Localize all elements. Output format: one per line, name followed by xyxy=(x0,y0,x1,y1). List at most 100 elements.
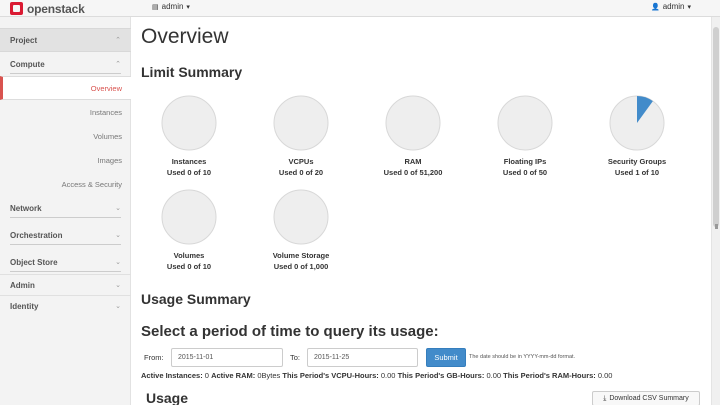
limit-chart-instances: Instances Used 0 of 10 xyxy=(149,95,229,185)
limit-name: Volumes xyxy=(173,251,205,260)
user-icon: 👤 xyxy=(650,3,660,11)
pie-chart xyxy=(161,95,217,151)
usage-stats: Active Instances: 0 Active RAM: 0Bytes T… xyxy=(141,371,612,380)
pie-chart xyxy=(497,95,553,151)
pie-slice-available xyxy=(385,95,441,151)
download-csv-label: Download CSV Summary xyxy=(609,395,689,402)
logo-text: openstack xyxy=(27,1,85,16)
pie-slice-available xyxy=(273,189,329,245)
main-content: Overview Limit Summary Instances Used 0 o… xyxy=(131,17,711,405)
active-instances-label: Active Instances: xyxy=(141,371,203,380)
sidebar-section-admin[interactable]: Admin ⌄ xyxy=(0,275,131,295)
active-ram-value: 0Bytes xyxy=(257,371,281,380)
date-range-form: From: To: Submit The date should be in Y… xyxy=(141,347,701,367)
vcpu-hours-value: 0.00 xyxy=(380,371,396,380)
page-title: Overview xyxy=(141,25,229,48)
chevron-down-icon: ▾ xyxy=(186,3,190,11)
scrollbar-grip xyxy=(715,224,718,229)
limit-name: Floating IPs xyxy=(503,157,547,166)
from-label: From: xyxy=(144,353,164,362)
pie-slice-available xyxy=(273,95,329,151)
sidebar-item-label: Images xyxy=(97,155,122,165)
to-date-input[interactable] xyxy=(307,348,418,367)
sidebar-item-label: Instances xyxy=(89,107,122,117)
limit-chart-vcpus: VCPUs Used 0 of 20 xyxy=(261,95,341,185)
sidebar: Project ⌃ Compute ⌃ Overview Instances V… xyxy=(0,28,131,405)
download-csv-button[interactable]: ⤓ Download CSV Summary xyxy=(592,391,700,405)
limit-used-text: Used 0 of 1,000 xyxy=(273,262,329,271)
project-box-icon: ▤ xyxy=(152,3,159,11)
date-format-hint: The date should be in YYYY-mm-dd format. xyxy=(469,354,576,360)
limit-used-text: Used 1 of 10 xyxy=(614,168,660,177)
sidebar-item-access-security[interactable]: Access & Security xyxy=(0,172,131,196)
pie-chart xyxy=(273,95,329,151)
sidebar-section-network[interactable]: Network ⌄ xyxy=(0,196,131,220)
limit-chart-ram: RAM Used 0 of 51,200 xyxy=(373,95,453,185)
sidebar-item-overview[interactable]: Overview xyxy=(0,76,131,100)
limit-used-text: Used 0 of 10 xyxy=(166,262,212,271)
usage-summary-heading: Usage Summary xyxy=(141,291,251,307)
openstack-logo[interactable]: openstack xyxy=(10,1,85,16)
chevron-down-icon: ⌄ xyxy=(115,282,121,289)
sidebar-section-label: Network xyxy=(10,203,42,213)
pie-slice-available xyxy=(497,95,553,151)
limit-used-text: Used 0 of 50 xyxy=(502,168,548,177)
sidebar-section-object-store[interactable]: Object Store ⌄ xyxy=(0,250,131,274)
project-selector-label: admin xyxy=(161,2,184,11)
gb-hours-value: 0.00 xyxy=(486,371,502,380)
chevron-down-icon: ▾ xyxy=(687,3,691,11)
project-selector[interactable]: ▤ admin ▾ xyxy=(152,2,190,11)
download-icon: ⤓ xyxy=(603,394,607,402)
sidebar-section-label: Admin xyxy=(10,280,35,290)
ram-hours-label: This Period's RAM-Hours: xyxy=(503,371,596,380)
active-ram-label: Active RAM: xyxy=(211,371,256,380)
limit-summary-heading: Limit Summary xyxy=(141,64,243,80)
to-label: To: xyxy=(290,353,301,362)
limit-name: Volume Storage xyxy=(272,251,330,260)
submit-button[interactable]: Submit xyxy=(426,348,466,367)
limit-used-text: Used 0 of 51,200 xyxy=(383,168,443,177)
sidebar-section-compute[interactable]: Compute ⌃ xyxy=(0,52,131,76)
sidebar-item-instances[interactable]: Instances xyxy=(0,100,131,124)
pie-chart xyxy=(609,95,665,151)
chevron-up-icon: ⌃ xyxy=(115,37,121,44)
sidebar-section-label: Identity xyxy=(10,301,39,311)
limit-used-text: Used 0 of 20 xyxy=(278,168,324,177)
ram-hours-value: 0.00 xyxy=(597,371,613,380)
pie-chart xyxy=(273,189,329,245)
chevron-down-icon: ⌄ xyxy=(115,232,121,239)
sidebar-item-images[interactable]: Images xyxy=(0,148,131,172)
chevron-down-icon: ⌄ xyxy=(115,259,121,266)
sidebar-section-project[interactable]: Project ⌃ xyxy=(0,28,131,52)
limit-name: Instances xyxy=(171,157,207,166)
sidebar-section-label: Orchestration xyxy=(10,230,63,240)
pie-chart xyxy=(161,189,217,245)
pie-slice-available xyxy=(161,95,217,151)
limit-chart-security-groups: Security Groups Used 1 of 10 xyxy=(597,95,677,185)
openstack-logo-icon xyxy=(10,2,23,15)
chevron-up-icon: ⌃ xyxy=(115,61,121,68)
usage-heading: Usage xyxy=(146,390,189,405)
sidebar-section-label: Object Store xyxy=(10,257,58,267)
limit-name: RAM xyxy=(404,157,422,166)
chevron-down-icon: ⌄ xyxy=(115,205,121,212)
limit-name: Security Groups xyxy=(607,157,667,166)
user-menu[interactable]: 👤 admin ▾ xyxy=(651,2,691,11)
chevron-down-icon: ⌄ xyxy=(115,303,121,310)
sidebar-item-label: Overview xyxy=(90,83,122,93)
limit-chart-volume-storage: Volume Storage Used 0 of 1,000 xyxy=(261,189,341,279)
vcpu-hours-label: This Period's VCPU-Hours: xyxy=(282,371,379,380)
sidebar-item-label: Access & Security xyxy=(61,179,122,189)
pie-chart xyxy=(385,95,441,151)
limit-chart-volumes: Volumes Used 0 of 10 xyxy=(149,189,229,279)
sidebar-section-orchestration[interactable]: Orchestration ⌄ xyxy=(0,223,131,247)
sidebar-item-label: Volumes xyxy=(93,131,122,141)
scrollbar-thumb[interactable] xyxy=(713,27,719,227)
from-date-input[interactable] xyxy=(171,348,283,367)
page-scrollbar[interactable] xyxy=(711,17,720,405)
sidebar-section-identity[interactable]: Identity ⌄ xyxy=(0,296,131,316)
limit-used-text: Used 0 of 10 xyxy=(166,168,212,177)
sidebar-item-volumes[interactable]: Volumes xyxy=(0,124,131,148)
sidebar-section-label: Project xyxy=(10,35,38,45)
sidebar-section-label: Compute xyxy=(10,59,45,69)
